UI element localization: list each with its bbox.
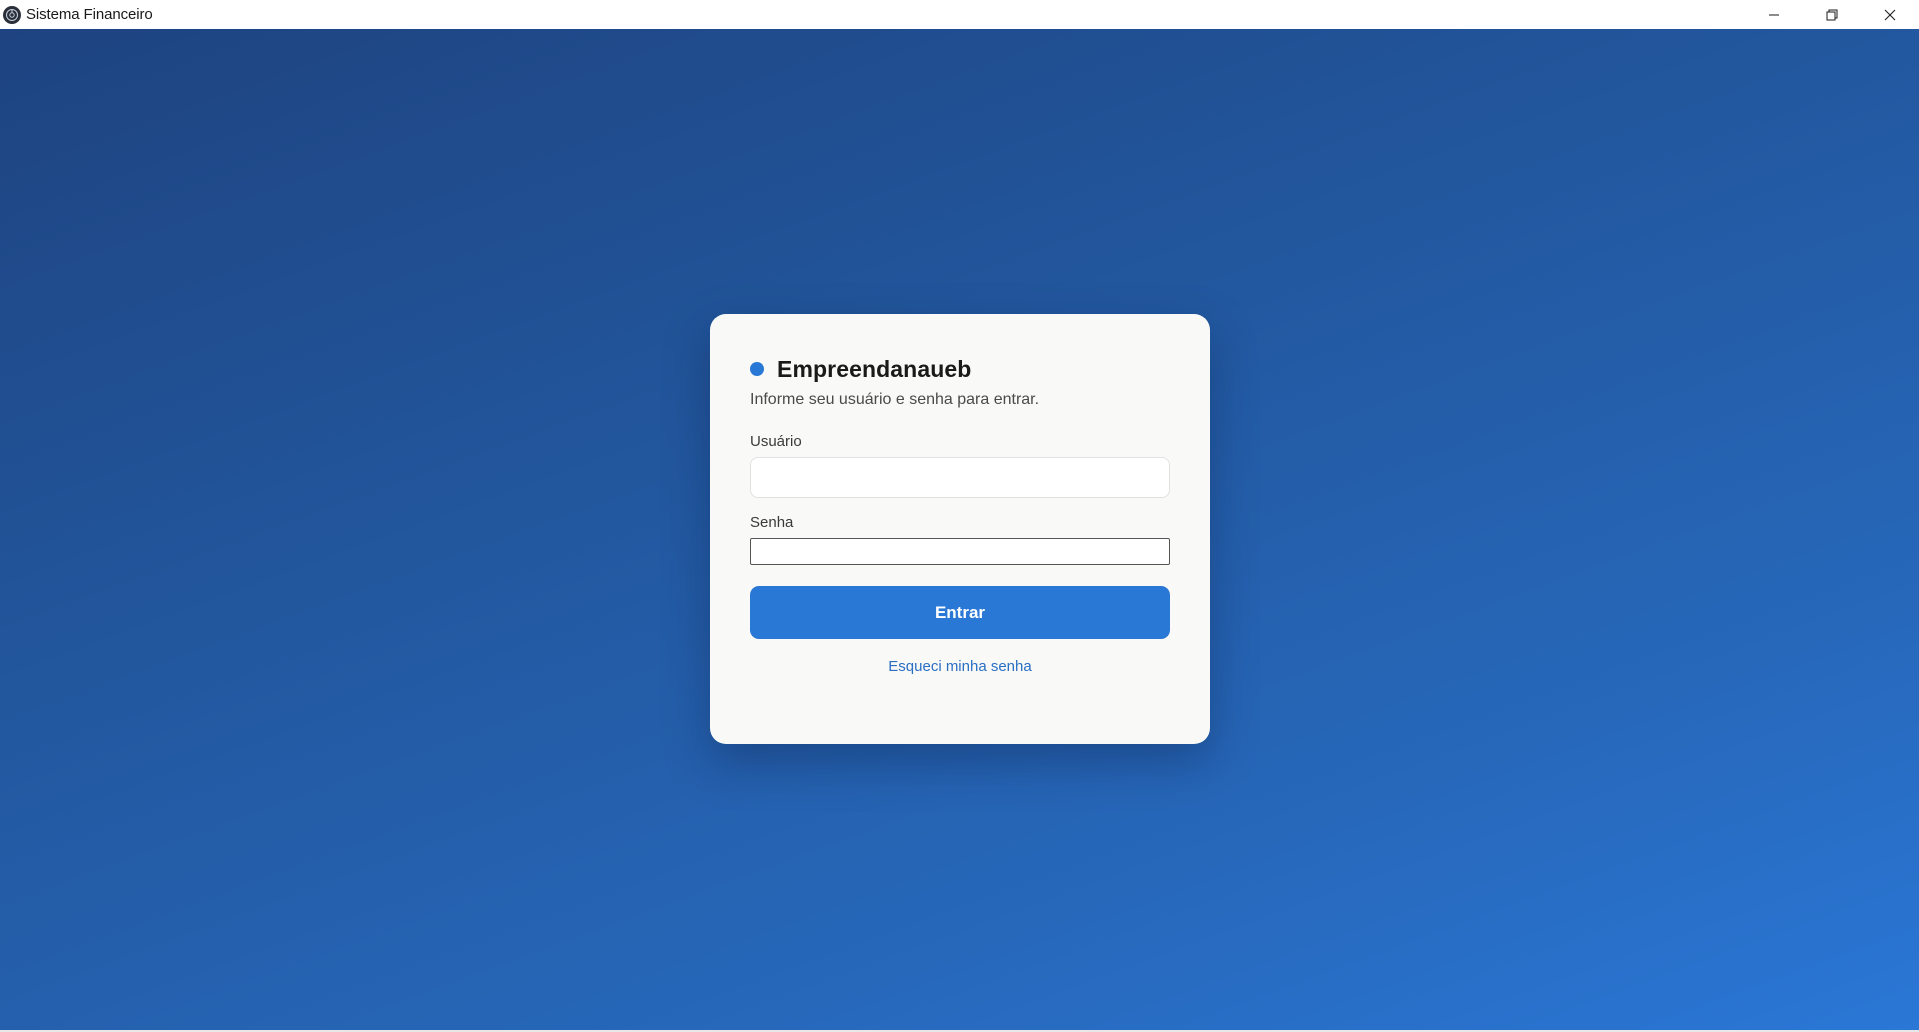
brand-name: Empreendanaueb (777, 355, 972, 382)
minimize-button[interactable] (1745, 0, 1803, 29)
close-icon (1884, 9, 1896, 21)
login-background: Empreendanaueb Informe seu usuário e sen… (0, 29, 1919, 1030)
app-logo-icon (3, 5, 21, 24)
login-button[interactable]: Entrar (750, 586, 1170, 639)
close-button[interactable] (1861, 0, 1919, 29)
username-label: Usuário (750, 433, 802, 450)
window-title: Sistema Financeiro (26, 6, 153, 23)
brand-dot-icon (750, 362, 764, 376)
login-subtitle: Informe seu usuário e senha para entrar. (750, 391, 1040, 408)
minimize-icon (1768, 9, 1780, 21)
forgot-password-link[interactable]: Esqueci minha senha (750, 658, 1170, 675)
password-label: Senha (750, 514, 794, 531)
password-input[interactable] (750, 538, 1170, 565)
username-input[interactable] (750, 457, 1170, 498)
login-card: Empreendanaueb Informe seu usuário e sen… (710, 314, 1210, 744)
window-controls (1745, 0, 1919, 29)
brand-header: Empreendanaueb (750, 354, 1170, 384)
maximize-button[interactable] (1803, 0, 1861, 29)
title-bar[interactable]: Sistema Financeiro (0, 0, 1919, 29)
restore-icon (1826, 9, 1838, 21)
app-window: Sistema Financeiro Empreendanaueb Inform… (0, 0, 1919, 1032)
